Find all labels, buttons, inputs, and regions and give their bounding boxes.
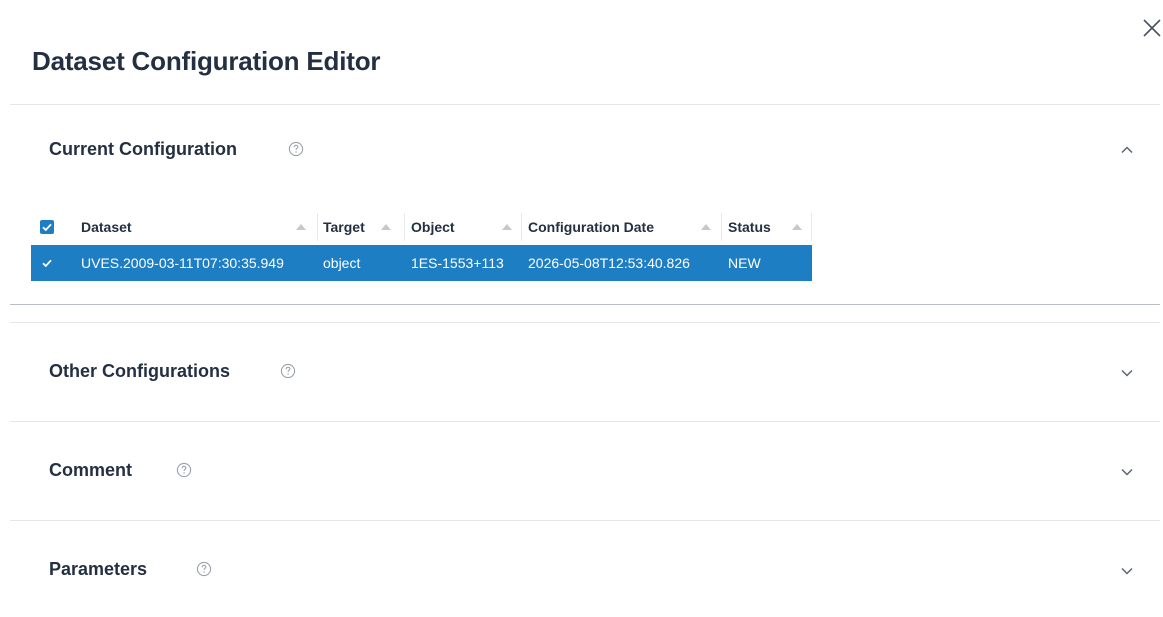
table-header-row: Dataset Target Object Configuration Date… bbox=[31, 209, 812, 245]
divider bbox=[10, 520, 1160, 521]
sort-icon[interactable] bbox=[792, 224, 802, 230]
column-header-dataset[interactable]: Dataset bbox=[81, 209, 132, 245]
table-bottom-border bbox=[10, 304, 1160, 305]
cell-configuration-date: 2026-05-08T12:53:40.826 bbox=[528, 255, 690, 271]
column-header-status[interactable]: Status bbox=[728, 209, 771, 245]
cell-target: object bbox=[323, 255, 361, 271]
divider bbox=[10, 104, 1160, 105]
column-header-target[interactable]: Target bbox=[323, 209, 365, 245]
divider bbox=[10, 322, 1160, 323]
section-header-parameters[interactable]: Parameters bbox=[10, 540, 1160, 600]
column-separator bbox=[521, 213, 522, 241]
section-header-comment[interactable]: Comment bbox=[10, 441, 1160, 501]
section-header-current-configuration[interactable]: Current Configuration bbox=[10, 120, 1160, 180]
close-icon bbox=[1143, 19, 1161, 37]
column-header-configuration-date[interactable]: Configuration Date bbox=[528, 209, 654, 245]
chevron-down-icon[interactable] bbox=[1118, 562, 1136, 580]
column-separator bbox=[404, 213, 405, 241]
help-icon[interactable] bbox=[176, 462, 192, 478]
sort-icon[interactable] bbox=[701, 224, 711, 230]
section-title: Other Configurations bbox=[49, 361, 230, 381]
help-icon[interactable] bbox=[196, 561, 212, 577]
cell-dataset: UVES.2009-03-11T07:30:35.949 bbox=[81, 255, 284, 271]
column-header-object[interactable]: Object bbox=[411, 209, 455, 245]
table-row[interactable]: UVES.2009-03-11T07:30:35.949 object 1ES-… bbox=[31, 245, 812, 281]
column-separator bbox=[317, 213, 318, 241]
chevron-down-icon[interactable] bbox=[1118, 463, 1136, 481]
chevron-down-icon[interactable] bbox=[1118, 364, 1136, 382]
cell-status: NEW bbox=[728, 255, 761, 271]
close-button[interactable] bbox=[1140, 16, 1163, 40]
chevron-up-icon[interactable] bbox=[1118, 141, 1136, 159]
help-icon[interactable] bbox=[288, 141, 304, 157]
sort-icon[interactable] bbox=[502, 224, 512, 230]
section-title: Comment bbox=[49, 460, 133, 480]
configuration-table: Dataset Target Object Configuration Date… bbox=[31, 209, 812, 281]
help-icon[interactable] bbox=[280, 363, 296, 379]
checkbox-checked-icon bbox=[42, 223, 52, 232]
sort-icon[interactable] bbox=[296, 224, 306, 230]
select-all-checkbox[interactable] bbox=[40, 220, 54, 234]
section-title: Current Configuration bbox=[49, 139, 237, 159]
dialog-title: Dataset Configuration Editor bbox=[32, 46, 381, 76]
section-header-other-configurations[interactable]: Other Configurations bbox=[10, 342, 1160, 402]
column-separator bbox=[721, 213, 722, 241]
column-separator bbox=[811, 213, 812, 241]
row-checkbox[interactable] bbox=[40, 256, 54, 270]
checkbox-checked-icon bbox=[42, 259, 52, 268]
cell-object: 1ES-1553+113 bbox=[411, 255, 504, 271]
divider bbox=[10, 421, 1160, 422]
section-title: Parameters bbox=[49, 559, 148, 579]
sort-icon[interactable] bbox=[381, 224, 391, 230]
